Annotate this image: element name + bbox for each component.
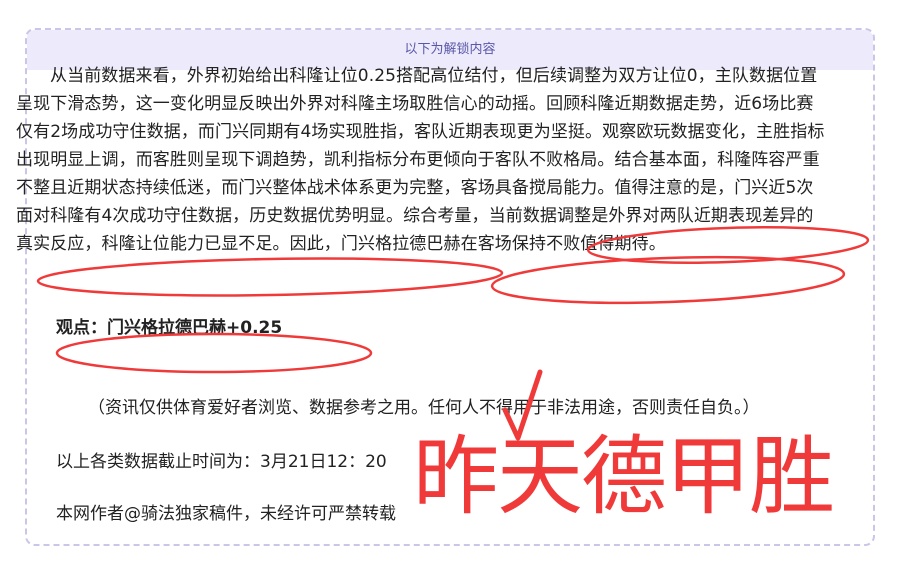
disclaimer-text: （资讯仅供体育爱好者浏览、数据参考之用。任何人不得用于非法用途，否则责任自负。） xyxy=(88,398,760,418)
viewpoint-text: 观点：门兴格拉德巴赫+0.25 xyxy=(56,318,283,338)
handwritten-annotation: 昨天德甲胜 xyxy=(413,427,835,527)
author-copyright-text: 本网作者@骑法独家稿件，未经许可严禁转载 xyxy=(56,504,396,524)
data-cutoff-text: 以上各类数据截止时间为：3月21日12：20 xyxy=(56,452,387,472)
article-body: 从当前数据来看，外界初始给出科隆让位0.25搭配高位结付，但后续调整为双方让位0… xyxy=(16,62,828,258)
analysis-paragraph: 从当前数据来看，外界初始给出科隆让位0.25搭配高位结付，但后续调整为双方让位0… xyxy=(16,66,825,254)
